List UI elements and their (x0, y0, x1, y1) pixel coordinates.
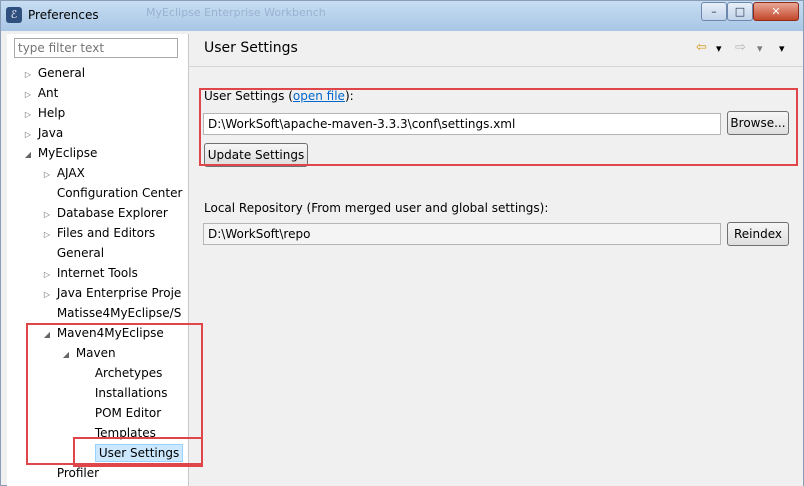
tree-expand-icon[interactable]: ▷ (22, 85, 34, 105)
tree-item-profiler[interactable]: Profiler (41, 463, 99, 483)
tree-item-label: Java (37, 126, 64, 140)
tree-item-general-myeclipse[interactable]: General (41, 243, 104, 263)
tree-item-label: AJAX (56, 166, 85, 180)
close-icon: ✕ (771, 5, 781, 18)
tree-item-maven4myeclipse[interactable]: ◢ Maven4MyEclipse (41, 323, 164, 343)
tree-item-label: Java Enterprise Proje (56, 286, 182, 300)
tree-expand-icon[interactable]: ▷ (41, 285, 53, 305)
tree-item-ant[interactable]: ▷ Ant (22, 83, 58, 103)
tree-item-label: Maven (75, 346, 116, 360)
forward-arrow-icon[interactable]: ⇨ (735, 40, 746, 55)
tree-item-java[interactable]: ▷ Java (22, 123, 63, 143)
tree-item-installations[interactable]: Installations (79, 383, 168, 403)
tree-item-configuration-center[interactable]: Configuration Center (41, 183, 183, 203)
tree-item-user-settings[interactable]: User Settings (79, 443, 184, 463)
view-menu-icon[interactable]: ▾ (779, 42, 785, 55)
open-file-link[interactable]: open file (293, 89, 345, 103)
maximize-button[interactable]: □ (727, 2, 753, 21)
tree-item-myeclipse[interactable]: ◢ MyEclipse (22, 143, 97, 163)
tree-item-label: Internet Tools (56, 266, 138, 280)
close-button[interactable]: ✕ (753, 2, 799, 21)
local-repository-label: Local Repository (From merged user and g… (204, 201, 549, 215)
local-repository-field (203, 223, 721, 245)
minimize-icon: – (711, 5, 717, 18)
tree-expand-icon[interactable]: ▷ (22, 105, 34, 125)
title-bar: ℰ Preferences MyEclipse Enterprise Workb… (1, 1, 803, 31)
tree-collapse-icon[interactable]: ◢ (41, 325, 53, 345)
tree-collapse-icon[interactable]: ◢ (22, 145, 34, 165)
preferences-tree-panel: ▷ General ▷ Ant ▷ Help ▷ Java ◢ MyEclips… (7, 34, 189, 486)
tree-item-help[interactable]: ▷ Help (22, 103, 65, 123)
header-divider (189, 66, 803, 67)
tree-item-label-selected: User Settings (94, 444, 184, 462)
tree-item-files-and-editors[interactable]: ▷ Files and Editors (41, 223, 155, 243)
user-settings-page: User Settings ⇦ ▾ ⇨ ▾ ▾ User Settings (o… (189, 34, 803, 486)
minimize-button[interactable]: – (701, 2, 727, 21)
tree-item-label: General (37, 66, 86, 80)
tree-item-java-enterprise-project[interactable]: ▷ Java Enterprise Proje (41, 283, 181, 303)
tree-expand-icon[interactable]: ▷ (41, 265, 53, 285)
tree-item-label: Profiler (56, 466, 100, 480)
tree-item-archetypes[interactable]: Archetypes (79, 363, 163, 383)
tree-item-label: Installations (94, 386, 168, 400)
preferences-window: ℰ Preferences MyEclipse Enterprise Workb… (0, 0, 804, 486)
myeclipse-app-icon: ℰ (6, 7, 22, 23)
tree-item-label: Database Explorer (56, 206, 168, 220)
tree-item-ajax[interactable]: ▷ AJAX (41, 163, 85, 183)
tree-item-matisse4myeclipse[interactable]: Matisse4MyEclipse/S (41, 303, 181, 323)
update-settings-button[interactable]: Update Settings (204, 143, 308, 167)
back-dropdown-icon[interactable]: ▾ (716, 42, 722, 55)
tree-item-label: MyEclipse (37, 146, 98, 160)
tree-expand-icon[interactable]: ▷ (41, 165, 53, 185)
tree-item-templates[interactable]: Templates (79, 423, 156, 443)
forward-dropdown-icon[interactable]: ▾ (757, 42, 763, 55)
tree-item-label: Ant (37, 86, 59, 100)
browse-button[interactable]: Browse... (727, 111, 789, 135)
back-arrow-icon[interactable]: ⇦ (696, 40, 707, 55)
maximize-icon: □ (734, 5, 746, 18)
background-window-title: MyEclipse Enterprise Workbench (146, 6, 326, 19)
tree-item-label: General (56, 246, 105, 260)
filter-input[interactable] (14, 38, 178, 58)
tree-item-label: Archetypes (94, 366, 163, 380)
tree-item-maven[interactable]: ◢ Maven (60, 343, 116, 363)
page-title: User Settings (204, 40, 298, 56)
tree-collapse-icon[interactable]: ◢ (60, 345, 72, 365)
tree-item-general[interactable]: ▷ General (22, 63, 85, 83)
tree-expand-icon[interactable]: ▷ (41, 205, 53, 225)
tree-item-database-explorer[interactable]: ▷ Database Explorer (41, 203, 168, 223)
tree-item-internet-tools[interactable]: ▷ Internet Tools (41, 263, 138, 283)
tree-item-label: Matisse4MyEclipse/S (56, 306, 182, 320)
tree-item-label: Configuration Center (56, 186, 183, 200)
tree-item-label: Maven4MyEclipse (56, 326, 164, 340)
tree-item-label: Help (37, 106, 66, 120)
user-settings-path-field[interactable] (203, 113, 721, 135)
tree-expand-icon[interactable]: ▷ (22, 125, 34, 145)
tree-item-pom-editor[interactable]: POM Editor (79, 403, 161, 423)
tree-item-label: POM Editor (94, 406, 162, 420)
tree-item-label: Templates (94, 426, 156, 440)
window-title: Preferences (28, 8, 99, 22)
tree-expand-icon[interactable]: ▷ (22, 65, 34, 85)
tree-item-label: Files and Editors (56, 226, 156, 240)
tree-expand-icon[interactable]: ▷ (41, 225, 53, 245)
reindex-button[interactable]: Reindex (727, 222, 789, 246)
user-settings-label: User Settings (open file): (204, 89, 354, 103)
